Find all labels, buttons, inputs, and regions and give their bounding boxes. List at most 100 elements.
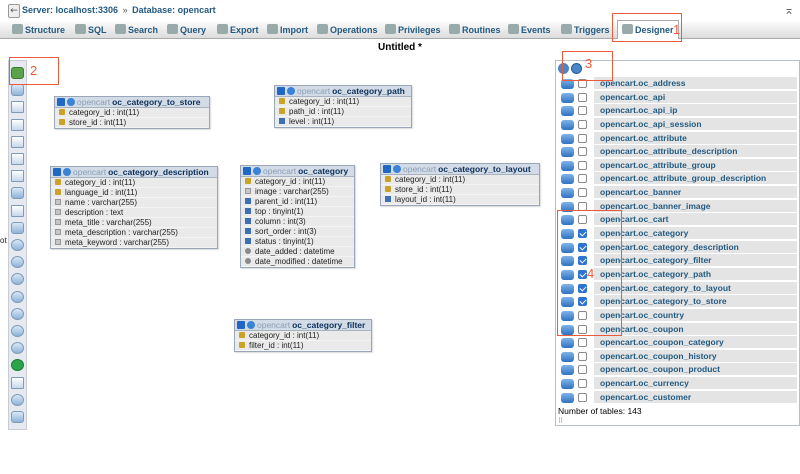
table-list-name[interactable]: opencart.oc_address (594, 77, 797, 90)
tab-triggers[interactable]: Triggers (561, 23, 610, 38)
table-checkbox[interactable] (578, 106, 587, 116)
table-column-row[interactable]: category_id : int(11) (51, 178, 217, 188)
toggle-columns-icon[interactable] (253, 167, 261, 175)
move-menu-icon[interactable] (11, 325, 24, 337)
table-card-oc-category-description[interactable]: opencart oc_category_description category_… (50, 166, 218, 249)
tab-import[interactable]: Import (267, 23, 308, 38)
show-table-icon[interactable] (561, 365, 574, 376)
toggle-columns-icon[interactable] (67, 98, 75, 106)
table-column-row[interactable]: layout_id : int(11) (381, 195, 539, 205)
table-column-row[interactable]: store_id : int(11) (55, 118, 209, 128)
table-checkbox[interactable] (578, 92, 587, 102)
show-table-icon[interactable] (561, 160, 574, 171)
save-as-icon[interactable] (11, 135, 24, 148)
show-table-icon[interactable] (561, 147, 574, 158)
table-card-header[interactable]: opencart oc_category (241, 166, 354, 177)
table-list-name[interactable]: opencart.oc_category_to_layout (594, 281, 797, 295)
select-table-checkbox[interactable] (277, 87, 285, 95)
table-card-header[interactable]: opencart oc_category_filter (235, 320, 371, 331)
table-list-name[interactable]: opencart.oc_category_filter (594, 254, 797, 268)
tab-routines[interactable]: Routines (449, 23, 501, 38)
table-checkbox[interactable] (578, 338, 587, 348)
table-checkbox[interactable] (578, 392, 587, 402)
tab-query[interactable]: Query (167, 23, 206, 38)
fit-icon[interactable] (11, 307, 24, 320)
table-list-name[interactable]: opencart.oc_category_description (594, 240, 797, 254)
table-column-row[interactable]: sort_order : int(3) (241, 227, 354, 237)
breadcrumb-server-link[interactable]: Server: localhost:3306 (22, 5, 118, 15)
table-checkbox[interactable] (578, 365, 587, 375)
toggle-columns-icon[interactable] (287, 87, 295, 95)
new-page-icon[interactable] (11, 101, 24, 114)
show-table-icon[interactable] (561, 92, 574, 103)
tab-privileges[interactable]: Privileges (385, 23, 441, 38)
table-column-row[interactable]: date_added : datetime (241, 247, 354, 257)
pdf-icon[interactable] (11, 187, 24, 200)
table-card-header[interactable]: opencart oc_category_path (275, 86, 411, 97)
show-table-icon[interactable] (561, 379, 574, 390)
delete-page-icon[interactable] (11, 170, 24, 183)
table-column-row[interactable]: status : tinyint(1) (241, 237, 354, 247)
table-column-row[interactable]: name : varchar(255) (51, 198, 217, 208)
toggle-columns-icon[interactable] (63, 168, 71, 176)
table-card-oc-category[interactable]: opencart oc_category category_id : int(11)… (240, 165, 355, 268)
table-column-row[interactable]: top : tinyint(1) (241, 207, 354, 217)
table-column-row[interactable]: meta_title : varchar(255) (51, 218, 217, 228)
table-checkbox[interactable] (578, 188, 587, 198)
table-list-name[interactable]: opencart.oc_category_to_store (594, 295, 797, 309)
table-column-row[interactable]: category_id : int(11) (235, 331, 371, 341)
table-card-header[interactable]: opencart oc_category_to_layout (381, 164, 539, 175)
select-table-checkbox[interactable] (53, 168, 61, 176)
table-card-header[interactable]: opencart oc_category_description (51, 167, 217, 178)
table-list-name[interactable]: opencart.oc_cart (594, 213, 797, 227)
toggle-columns-icon[interactable] (247, 321, 255, 329)
show-table-icon[interactable] (561, 351, 574, 362)
open-page-icon[interactable] (11, 153, 24, 165)
save-icon[interactable] (11, 118, 24, 131)
table-column-row[interactable]: category_id : int(11) (275, 97, 411, 107)
table-list-name[interactable]: opencart.oc_api_ip (594, 104, 797, 118)
tab-sql[interactable]: SQL (75, 23, 107, 38)
pin-text-icon[interactable] (11, 342, 24, 355)
table-card-oc-category-to-layout[interactable]: opencart oc_category_to_layout category_id… (380, 163, 540, 206)
show-table-icon[interactable] (561, 174, 574, 185)
table-checkbox[interactable] (578, 160, 587, 170)
angular-links-icon[interactable] (11, 239, 24, 251)
show-table-icon[interactable] (561, 106, 574, 117)
table-list-name[interactable]: opencart.oc_api (594, 90, 797, 104)
table-list-name[interactable]: opencart.oc_api_session (594, 117, 797, 131)
tab-structure[interactable]: Structure (12, 23, 65, 38)
table-column-row[interactable]: meta_keyword : varchar(255) (51, 238, 217, 248)
small-big-icon[interactable] (11, 273, 24, 286)
options-icon[interactable] (11, 393, 24, 406)
table-checkbox[interactable] (578, 133, 587, 143)
table-list-name[interactable]: opencart.oc_category_path (594, 267, 797, 281)
show-table-icon[interactable] (561, 188, 574, 199)
show-table-icon[interactable] (561, 119, 574, 130)
edit-icon[interactable] (11, 204, 24, 217)
table-column-row[interactable]: category_id : int(11) (381, 175, 539, 185)
table-checkbox[interactable] (578, 119, 587, 129)
table-list-name[interactable]: opencart.oc_attribute_group (594, 158, 797, 172)
table-list-name[interactable]: opencart.oc_coupon_category (594, 336, 797, 350)
table-checkbox[interactable] (578, 147, 587, 157)
table-list-name[interactable]: opencart.oc_attribute_description (594, 145, 797, 159)
table-column-row[interactable]: meta_description : varchar(255) (51, 228, 217, 238)
table-checkbox[interactable] (578, 174, 587, 184)
toggle-columns-icon[interactable] (393, 165, 401, 173)
table-list-name[interactable]: opencart.oc_banner (594, 186, 797, 200)
table-list-name[interactable]: opencart.oc_customer (594, 390, 797, 404)
table-card-oc-category-to-store[interactable]: opencart oc_category_to_store category_id … (54, 96, 210, 129)
table-column-row[interactable]: parent_id : int(11) (241, 197, 354, 207)
table-list-name[interactable]: opencart.oc_attribute (594, 131, 797, 145)
fullscreen-icon[interactable] (11, 84, 24, 97)
table-list-name[interactable]: opencart.oc_banner_image (594, 199, 797, 213)
table-list-name[interactable]: opencart.oc_currency (594, 377, 797, 391)
table-column-row[interactable]: column : int(3) (241, 217, 354, 227)
table-column-row[interactable]: category_id : int(11) (241, 177, 354, 187)
table-column-row[interactable]: path_id : int(11) (275, 107, 411, 117)
snap-grid-icon[interactable] (11, 256, 24, 269)
select-table-checkbox[interactable] (383, 165, 391, 173)
table-card-oc-category-filter[interactable]: opencart oc_category_filter category_id : … (234, 319, 372, 352)
table-list-name[interactable]: opencart.oc_country (594, 308, 797, 322)
